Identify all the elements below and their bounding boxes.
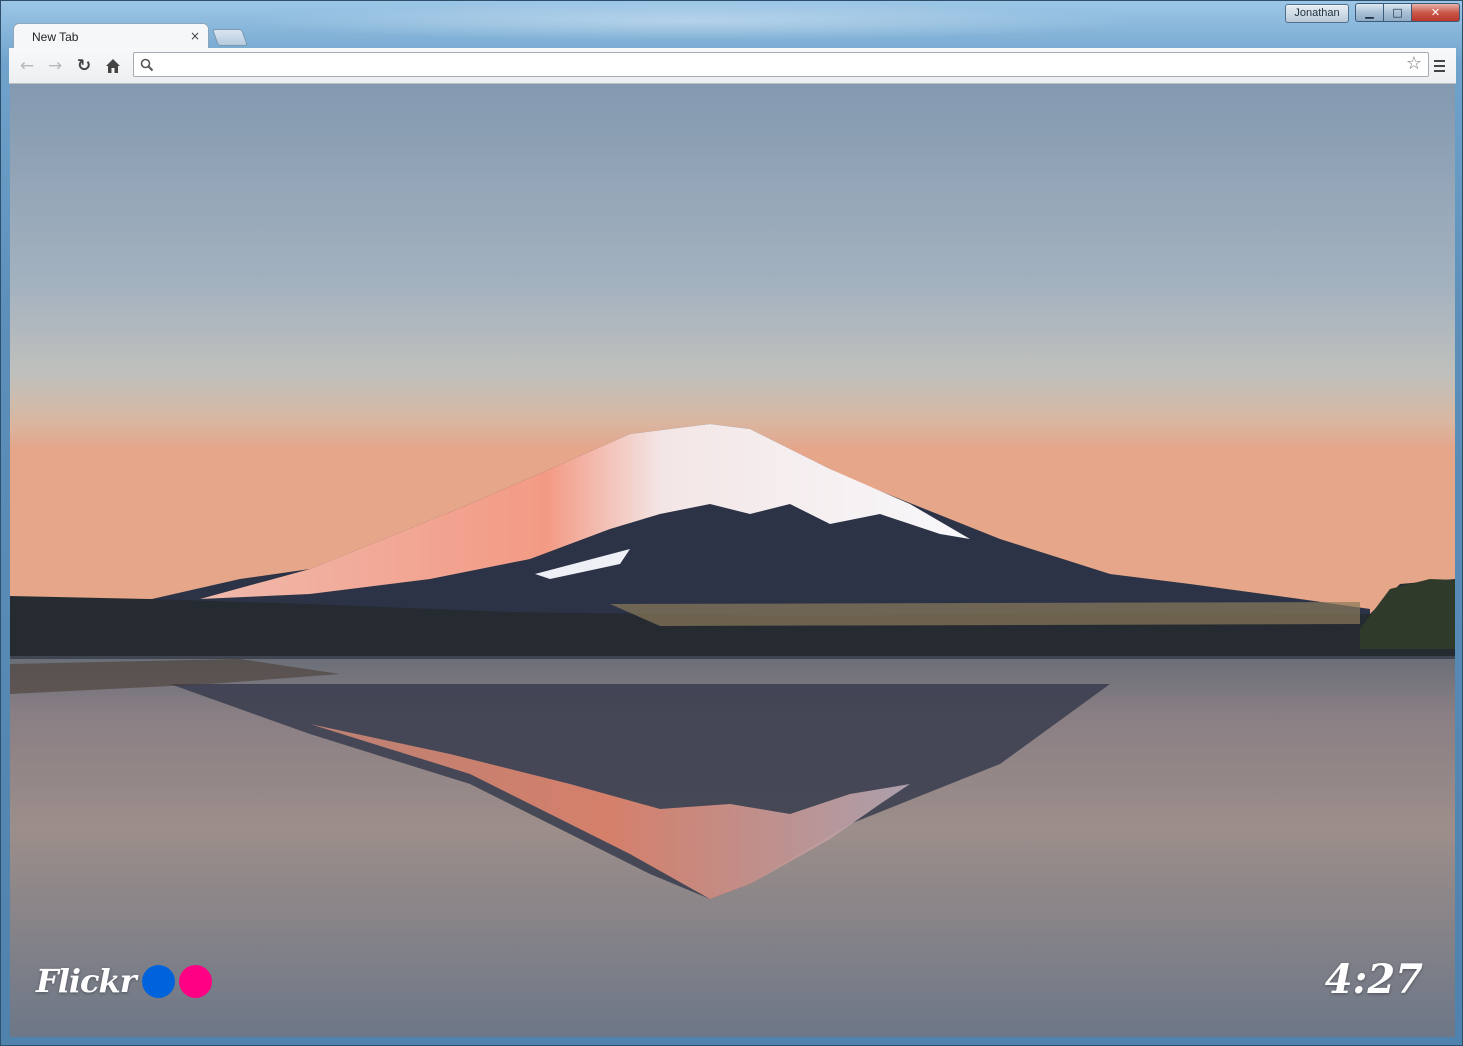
flickr-blue-dot <box>141 964 175 998</box>
profile-button[interactable]: Jonathan <box>1285 4 1349 23</box>
new-tab-page: Flickr 4:27 <box>10 84 1455 1037</box>
clock: 4:27 <box>1324 956 1423 1003</box>
flickr-pink-dot <box>178 964 212 998</box>
background-photo <box>10 84 1455 1037</box>
back-button[interactable]: ← <box>15 54 39 78</box>
home-icon <box>106 59 120 73</box>
menu-bar-icon <box>1433 65 1445 67</box>
flickr-logo[interactable]: Flickr <box>36 962 212 1000</box>
tab-title: New Tab <box>32 30 79 44</box>
maximize-icon: □ <box>1392 6 1403 19</box>
caption-glow <box>241 1 1141 41</box>
toolbar: ← → ↻ ☆ <box>9 48 1456 84</box>
browser-window: Jonathan ▁ □ ✕ New Tab × ← → ↻ ☆ Flickr … <box>0 0 1463 1046</box>
forward-button[interactable]: → <box>43 54 67 78</box>
minimize-icon: ▁ <box>1365 6 1374 19</box>
omnibox[interactable]: ☆ <box>133 52 1429 77</box>
bookmark-star-icon[interactable]: ☆ <box>1406 53 1422 74</box>
search-icon <box>140 58 154 72</box>
minimize-button[interactable]: ▁ <box>1355 3 1384 22</box>
close-icon: ✕ <box>1430 6 1441 19</box>
chrome-menu-button[interactable] <box>1429 56 1449 76</box>
flickr-wordmark: Flickr <box>36 962 137 1000</box>
back-arrow-icon: ← <box>19 56 35 76</box>
menu-bar-icon <box>1433 70 1445 72</box>
reload-button[interactable]: ↻ <box>72 54 96 78</box>
menu-bar-icon <box>1433 60 1445 62</box>
new-tab-button[interactable] <box>211 29 249 46</box>
maximize-button[interactable]: □ <box>1384 3 1412 22</box>
tab-close-icon[interactable]: × <box>190 29 200 43</box>
reload-icon: ↻ <box>76 56 92 76</box>
forward-arrow-icon: → <box>47 56 63 76</box>
tab-new-tab[interactable]: New Tab × <box>13 23 209 49</box>
omnibox-input[interactable] <box>158 54 1402 76</box>
window-controls: ▁ □ ✕ <box>1355 3 1460 22</box>
close-window-button[interactable]: ✕ <box>1412 3 1460 22</box>
home-button[interactable] <box>101 54 125 78</box>
